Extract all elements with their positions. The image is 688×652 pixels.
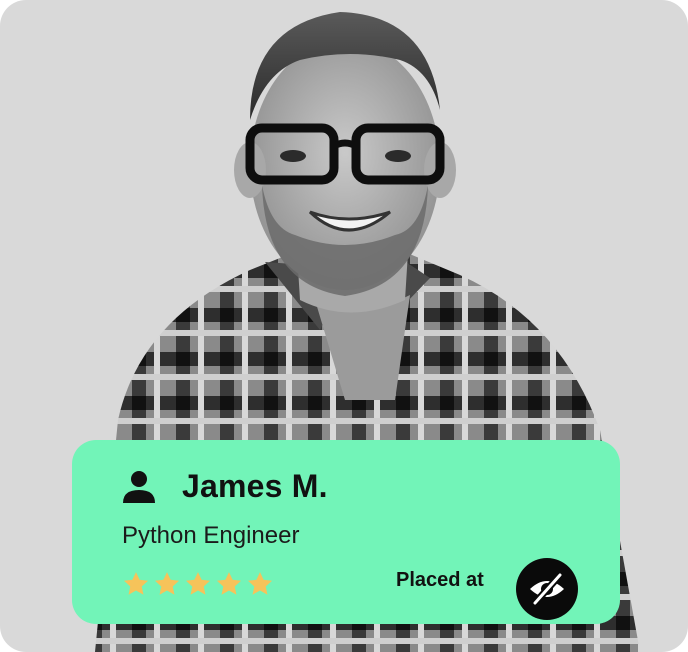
candidate-role: Python Engineer <box>122 522 300 549</box>
hidden-eye-icon <box>516 558 578 620</box>
star-icon <box>123 572 149 595</box>
candidate-name: James M. <box>182 468 328 504</box>
name-row: James M. <box>122 468 328 505</box>
star-icon <box>216 572 242 595</box>
candidate-info-card: James M. Python Engineer Placed at <box>72 440 620 624</box>
star-icon <box>247 572 273 595</box>
star-icon <box>154 572 180 595</box>
star-rating <box>122 570 274 598</box>
profile-card: James M. Python Engineer Placed at <box>0 0 688 652</box>
star-icon <box>185 572 211 595</box>
placed-at-label: Placed at <box>396 569 484 591</box>
person-icon <box>123 470 155 503</box>
